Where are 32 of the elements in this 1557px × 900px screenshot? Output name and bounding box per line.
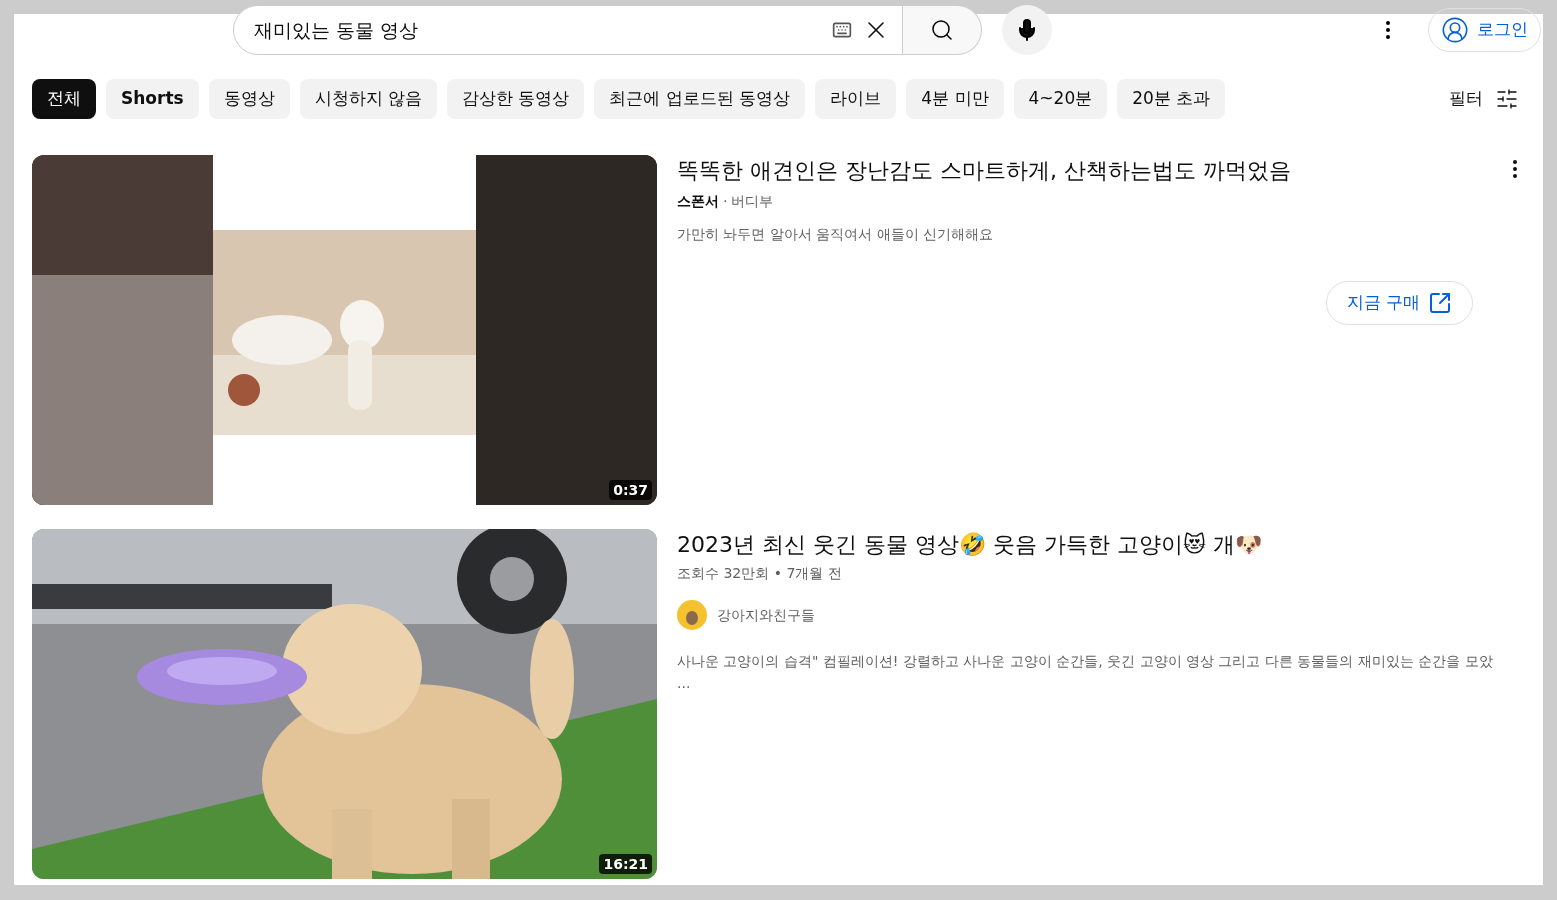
channel-name[interactable]: 강아지와친구들	[717, 604, 815, 626]
filter-chip[interactable]: 최근에 업로드된 동영상	[594, 79, 806, 119]
search-field[interactable]: 재미있는 동물 영상	[233, 5, 903, 55]
separator-dot: ·	[723, 192, 728, 211]
search-button[interactable]	[903, 5, 982, 55]
search-icon	[930, 18, 954, 42]
channel-avatar[interactable]	[677, 600, 707, 630]
filter-chip[interactable]: 동영상	[208, 79, 290, 119]
video-title[interactable]: 똑똑한 애견인은 장난감도 스마트하게, 산책하는법도 까먹었음	[677, 157, 1503, 185]
filter-chip[interactable]: 시청하지 않음	[299, 79, 438, 119]
filter-chip[interactable]: 전체	[32, 79, 96, 119]
search-value[interactable]: 재미있는 동물 영상	[254, 15, 830, 45]
sliders-icon	[1495, 87, 1519, 111]
keyboard-icon[interactable]	[830, 20, 854, 40]
filter-chip[interactable]: 20분 초과	[1117, 79, 1226, 119]
video-meta: 조회수 32만회 • 7개월 전	[677, 564, 843, 583]
sponsor-label: 스폰서	[677, 192, 719, 211]
filter-chip[interactable]: Shorts	[106, 79, 199, 119]
voice-search-button[interactable]	[1002, 5, 1052, 55]
filter-chip[interactable]: 감상한 동영상	[447, 79, 585, 119]
video-description: 가만히 놔두면 알아서 움직여서 애들이 신기해해요	[677, 225, 995, 244]
duration-badge: 0:37	[609, 480, 652, 500]
filter-button[interactable]: 필터	[1449, 86, 1519, 112]
duration-badge: 16:21	[599, 854, 652, 874]
filter-chip[interactable]: 라이브	[815, 79, 897, 119]
external-link-icon	[1428, 291, 1452, 315]
video-title[interactable]: 2023년 최신 웃긴 동물 영상🤣 웃음 가득한 고양이😻 개🐶	[677, 531, 1535, 559]
account-icon	[1441, 16, 1469, 44]
advertiser-name: 버디부	[731, 192, 774, 211]
filter-chip[interactable]: 4분 미만	[906, 79, 1004, 119]
filter-chip[interactable]: 4~20분	[1013, 79, 1108, 119]
video-description: 사나운 고양이의 습격" 컴필레이션! 강렬하고 사나운 고양이 순간들, 웃긴 고양이 영상 그리고 다른 동물들의 재미있는 순간을 모았 ...	[677, 652, 1494, 693]
